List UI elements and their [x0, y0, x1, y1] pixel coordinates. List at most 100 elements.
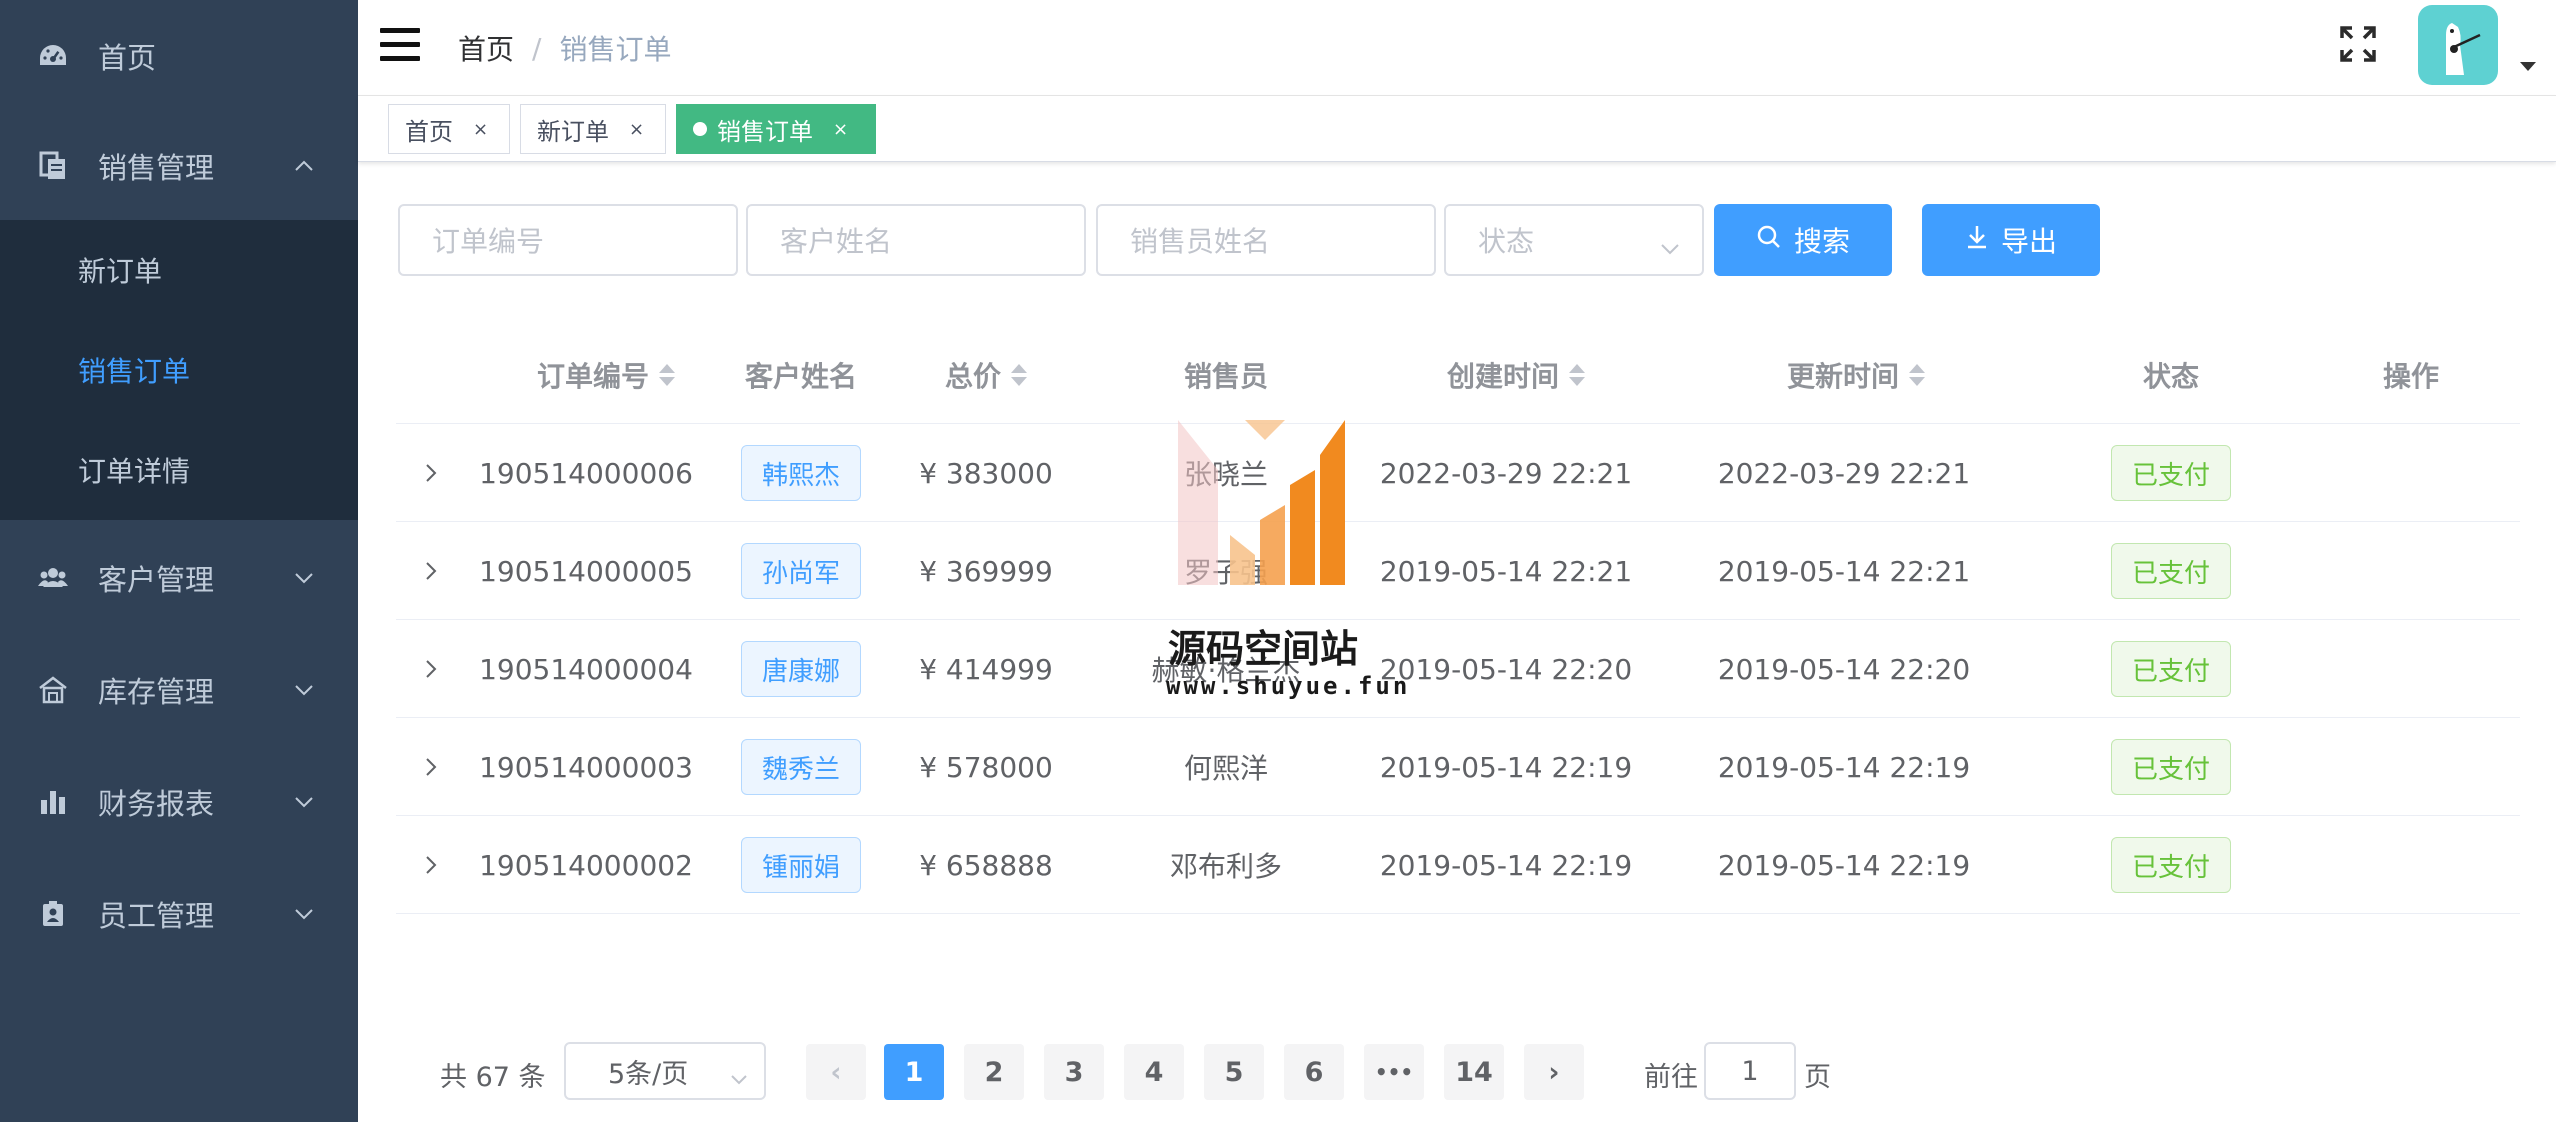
- search-button-label: 搜索: [1793, 225, 1850, 258]
- page-button-3[interactable]: 3: [1044, 1044, 1104, 1100]
- column-label: 创建时间: [1446, 360, 1559, 393]
- cell-total: ¥ 369999: [919, 554, 1053, 588]
- customer-tag: 韩熙杰: [740, 445, 861, 501]
- column-label: 更新时间: [1786, 360, 1899, 393]
- customer-tag: 孙尚军: [740, 543, 861, 599]
- seller-name-input[interactable]: 销售员姓名: [1096, 204, 1436, 276]
- cell-status: 已支付: [2096, 816, 2246, 914]
- close-icon[interactable]: ×: [629, 119, 644, 140]
- expand-row-icon[interactable]: [406, 816, 456, 914]
- cell-updated: 2019-05-14 22:19: [1717, 848, 1971, 882]
- watermark-url: www.shuyue.fun: [1166, 672, 1411, 700]
- sidebar-item-sales[interactable]: 销售管理: [0, 110, 358, 222]
- sidebar-item-inventory[interactable]: 库存管理: [0, 634, 358, 746]
- goto-page-input[interactable]: 1: [1704, 1042, 1796, 1100]
- status-select-placeholder: 状态: [1478, 225, 1535, 258]
- tags-view: 首页 × 新订单 × 销售订单 ×: [358, 96, 2556, 162]
- export-button-label: 导出: [2000, 225, 2057, 258]
- column-order-no[interactable]: 订单编号: [486, 326, 726, 424]
- sort-icon[interactable]: [1909, 364, 1925, 386]
- column-total[interactable]: 总价: [896, 326, 1076, 424]
- column-updated[interactable]: 更新时间: [1726, 326, 1986, 424]
- sidebar-item-staff[interactable]: 员工管理: [0, 858, 358, 970]
- avatar[interactable]: [2418, 5, 2498, 85]
- chevron-down-icon: [294, 792, 314, 812]
- page-size-select[interactable]: 5条/页: [564, 1042, 766, 1100]
- cell-created: 2019-05-14 22:19: [1379, 848, 1633, 882]
- cell-total: ¥ 578000: [919, 750, 1053, 784]
- hamburger-menu-icon[interactable]: [380, 28, 420, 62]
- tag-new-order[interactable]: 新订单 ×: [520, 104, 666, 154]
- status-badge: 已支付: [2110, 543, 2231, 599]
- cell-status: 已支付: [2096, 718, 2246, 816]
- submenu-item-sales-orders[interactable]: 销售订单: [0, 320, 358, 420]
- customer-tag: 魏秀兰: [740, 739, 861, 795]
- customer-tag: 锺丽娟: [740, 837, 861, 893]
- cell-updated: 2019-05-14 22:20: [1717, 652, 1971, 686]
- cell-customer: 孙尚军: [726, 522, 876, 620]
- page-button-1[interactable]: 1: [884, 1044, 944, 1100]
- fullscreen-icon[interactable]: [2338, 24, 2378, 64]
- tag-sales-orders[interactable]: 销售订单 ×: [676, 104, 876, 154]
- table-header: 订单编号 客户姓名 总价 销售员 创建时间 更新时间 状态 操作: [396, 326, 2520, 424]
- badge-icon: [38, 899, 68, 929]
- sidebar-item-customers[interactable]: 客户管理: [0, 522, 358, 634]
- sidebar-item-label: 库存管理: [98, 675, 215, 709]
- status-badge: 已支付: [2110, 641, 2231, 697]
- tag-home[interactable]: 首页 ×: [388, 104, 510, 154]
- expand-row-icon[interactable]: [406, 424, 456, 522]
- caret-down-icon[interactable]: [2520, 62, 2536, 71]
- customer-name-input[interactable]: 客户姓名: [746, 204, 1086, 276]
- column-label: 订单编号: [536, 360, 649, 393]
- watermark-title: 源码空间站: [1168, 627, 1359, 671]
- close-icon[interactable]: ×: [833, 119, 848, 140]
- expand-row-icon[interactable]: [406, 522, 456, 620]
- prev-page-button[interactable]: ‹: [806, 1044, 866, 1100]
- status-badge: 已支付: [2110, 837, 2231, 893]
- more-pages-button[interactable]: •••: [1364, 1044, 1424, 1100]
- customer-tag: 唐康娜: [740, 641, 861, 697]
- sort-icon[interactable]: [659, 364, 675, 386]
- cell-created: 2022-03-29 22:21: [1379, 456, 1633, 490]
- cell-customer: 韩熙杰: [726, 424, 876, 522]
- table-row: 190514000003 魏秀兰 ¥ 578000 何熙洋 2019-05-14…: [396, 718, 2520, 816]
- expand-row-icon[interactable]: [406, 718, 456, 816]
- submenu-item-new-order[interactable]: 新订单: [0, 220, 358, 320]
- breadcrumb-home[interactable]: 首页: [458, 28, 514, 68]
- sidebar-item-finance[interactable]: 财务报表: [0, 746, 358, 858]
- order-number-input[interactable]: 订单编号: [398, 204, 738, 276]
- page-button-4[interactable]: 4: [1124, 1044, 1184, 1100]
- warehouse-icon: [38, 675, 68, 705]
- cell-status: 已支付: [2096, 620, 2246, 718]
- page-button-5[interactable]: 5: [1204, 1044, 1264, 1100]
- expand-row-icon[interactable]: [406, 620, 456, 718]
- tag-label: 首页: [405, 117, 453, 146]
- export-button[interactable]: 导出: [1922, 204, 2100, 276]
- column-label: 总价: [944, 360, 1001, 393]
- sort-icon[interactable]: [1569, 364, 1585, 386]
- column-created[interactable]: 创建时间: [1386, 326, 1646, 424]
- people-icon: [38, 563, 68, 593]
- document-icon: [38, 151, 68, 181]
- next-page-button[interactable]: ›: [1524, 1044, 1584, 1100]
- close-icon[interactable]: ×: [473, 119, 488, 140]
- search-button[interactable]: 搜索: [1714, 204, 1892, 276]
- column-label: 销售员: [1183, 360, 1268, 393]
- column-seller: 销售员: [1116, 326, 1336, 424]
- status-select[interactable]: 状态: [1444, 204, 1704, 276]
- page-button-2[interactable]: 2: [964, 1044, 1024, 1100]
- cell-status: 已支付: [2096, 424, 2246, 522]
- sidebar-item-label: 销售管理: [98, 151, 215, 185]
- page-button-6[interactable]: 6: [1284, 1044, 1344, 1100]
- sidebar-item-home[interactable]: 首页: [0, 0, 358, 112]
- cell-total: ¥ 658888: [919, 848, 1053, 882]
- column-label: 操作: [2382, 360, 2439, 393]
- cell-customer: 唐康娜: [726, 620, 876, 718]
- page-button-14[interactable]: 14: [1444, 1044, 1504, 1100]
- search-icon: [1756, 224, 1782, 257]
- sort-icon[interactable]: [1011, 364, 1027, 386]
- submenu-item-order-details[interactable]: 订单详情: [0, 420, 358, 520]
- navbar: 首页 / 销售订单: [358, 0, 2556, 96]
- chevron-down-icon: [294, 904, 314, 924]
- tag-label: 新订单: [537, 117, 609, 146]
